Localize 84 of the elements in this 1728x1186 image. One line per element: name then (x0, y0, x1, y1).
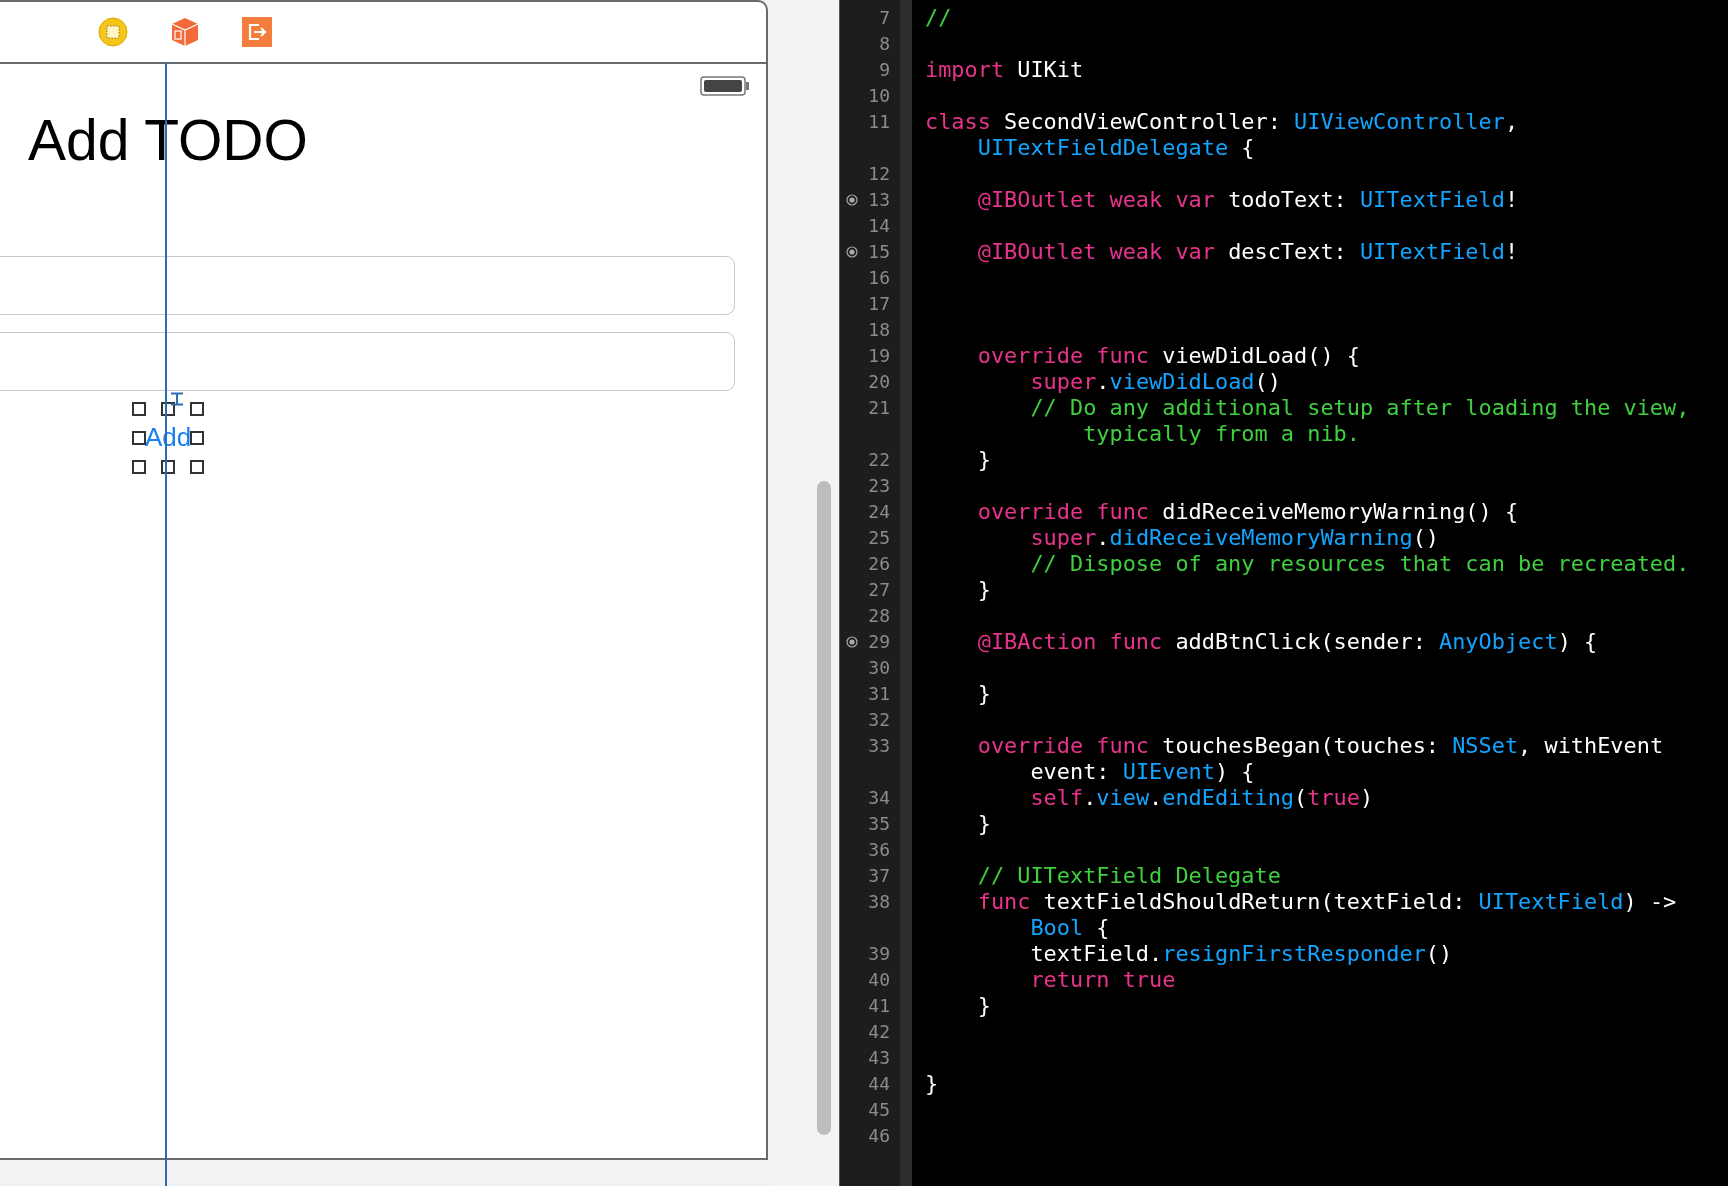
line-number: 41 (868, 994, 890, 1018)
line-number: 15 (868, 240, 890, 264)
connection-circle-icon[interactable] (846, 246, 858, 258)
code-line: } (976, 447, 991, 473)
code-line: @IBOutlet weak var todoText: UITextField! (976, 187, 1519, 213)
line-number: 7 (879, 6, 890, 30)
code-line: override func didReceiveMemoryWarning() { (976, 499, 1519, 525)
code-line: } (925, 1071, 939, 1097)
code-line: super.viewDidLoad() (1029, 369, 1281, 395)
line-number: 11 (868, 110, 890, 134)
line-number: 35 (868, 812, 890, 836)
cube-icon[interactable] (170, 16, 200, 48)
code-line: super.didReceiveMemoryWarning() (1029, 525, 1439, 551)
resize-handle[interactable] (132, 402, 146, 416)
line-number: 23 (868, 474, 890, 498)
code-line: // (925, 5, 952, 31)
code-line: @IBOutlet weak var descText: UITextField! (976, 239, 1519, 265)
line-number: 19 (868, 344, 890, 368)
code-line: class SecondViewController: UIViewController, (925, 109, 1519, 135)
scrollbar-thumb[interactable] (817, 481, 831, 1135)
line-number: 34 (868, 786, 890, 810)
code-line: typically from a nib. (1082, 421, 1360, 447)
code-line: func textFieldShouldReturn(textField: UITextField) -> (976, 889, 1677, 915)
code-line: textField.resignFirstResponder() (1029, 941, 1453, 967)
line-number: 40 (868, 968, 890, 992)
line-number: 14 (868, 214, 890, 238)
code-line: import UIKit (925, 57, 1084, 83)
code-line: event: UIEvent) { (1029, 759, 1255, 785)
line-number: 26 (868, 552, 890, 576)
line-number: 25 (868, 526, 890, 550)
line-number: 21 (868, 396, 890, 420)
code-line: } (976, 577, 991, 603)
line-number: 45 (868, 1098, 890, 1122)
line-number: 31 (868, 682, 890, 706)
line-number: 29 (868, 630, 890, 654)
resize-handle[interactable] (132, 460, 146, 474)
line-number: 46 (868, 1124, 890, 1148)
code-line: @IBAction func addBtnClick(sender: AnyObject) { (976, 629, 1598, 655)
code-line: override func viewDidLoad() { (976, 343, 1360, 369)
line-number: 16 (868, 266, 890, 290)
line-number: 27 (868, 578, 890, 602)
code-line: // Do any additional setup after loading the view, (1029, 395, 1690, 421)
line-number: 12 (868, 162, 890, 186)
line-number: 22 (868, 448, 890, 472)
line-number: 28 (868, 604, 890, 628)
line-number: 17 (868, 292, 890, 316)
line-number: 13 (868, 188, 890, 212)
baseline-marker-icon (170, 392, 184, 406)
line-number: 32 (868, 708, 890, 732)
text-field[interactable] (0, 332, 735, 391)
line-number: 43 (868, 1046, 890, 1070)
code-line: } (976, 993, 991, 1019)
line-number: 39 (868, 942, 890, 966)
resize-handle[interactable] (190, 431, 204, 445)
line-number: 9 (879, 58, 890, 82)
code-line: UITextFieldDelegate { (976, 135, 1255, 161)
code-line: Bool { (1029, 915, 1110, 941)
code-line: self.view.endEditing(true) (1029, 785, 1374, 811)
code-line: } (976, 681, 991, 707)
line-number: 42 (868, 1020, 890, 1044)
line-number: 8 (879, 32, 890, 56)
line-number: 38 (868, 890, 890, 914)
code-line: // UITextField Delegate (976, 863, 1281, 889)
line-number: 30 (868, 656, 890, 680)
code-line: } (976, 811, 991, 837)
line-number: 24 (868, 500, 890, 524)
line-number: 10 (868, 84, 890, 108)
line-number: 33 (868, 734, 890, 758)
line-number: 18 (868, 318, 890, 342)
battery-icon (700, 76, 750, 96)
exit-icon[interactable] (242, 17, 272, 47)
line-number: 20 (868, 370, 890, 394)
text-field[interactable] (0, 256, 735, 315)
resize-handle[interactable] (132, 431, 146, 445)
connection-circle-icon[interactable] (846, 636, 858, 648)
code-line: // Dispose of any resources that can be recreated. (1029, 551, 1690, 577)
resize-handle[interactable] (190, 402, 204, 416)
line-number: 44 (868, 1072, 890, 1096)
code-line: override func touchesBegan(touches: NSSet, withEvent (976, 733, 1664, 759)
line-number: 36 (868, 838, 890, 862)
connection-circle-icon[interactable] (846, 194, 858, 206)
line-number: 37 (868, 864, 890, 888)
code-line: return true (1029, 967, 1176, 993)
resize-handle[interactable] (190, 460, 204, 474)
